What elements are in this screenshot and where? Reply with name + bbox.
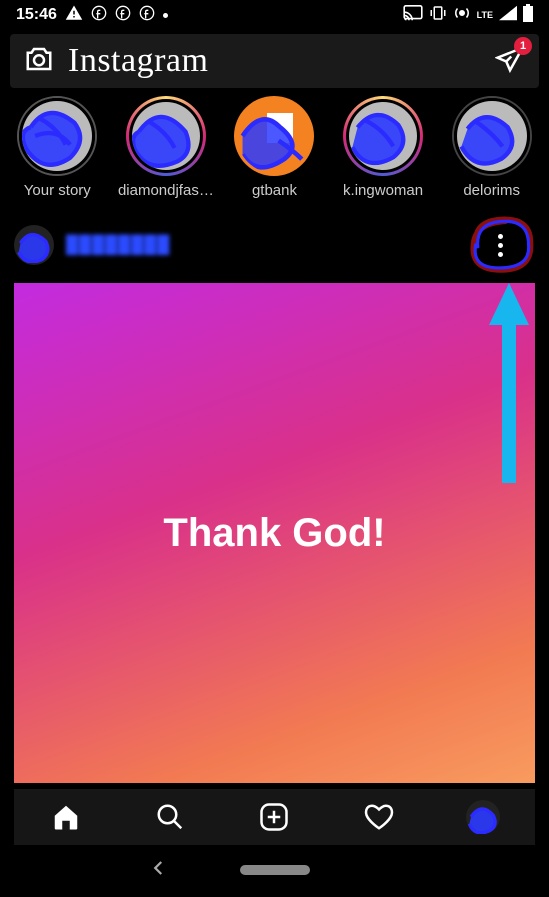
story-label: Your story [24,182,91,199]
tab-activity[interactable] [362,800,396,834]
story-label: k.ingwoman [343,182,423,199]
android-nav-bar [0,845,549,895]
story-diamondjfas[interactable]: diamondjfas… [113,96,220,199]
tab-new-post[interactable] [257,800,291,834]
story-label: delorims [463,182,520,199]
tab-search[interactable] [153,800,187,834]
redacted-avatar-icon [16,227,52,263]
story-label: diamondjfas… [118,182,214,199]
post-header: ████████ [0,207,549,283]
warning-icon [65,4,83,27]
tab-home[interactable] [49,800,83,834]
post-more-options-button[interactable] [498,234,503,257]
cast-icon [403,5,423,26]
android-status-bar: 15:46 LTE [0,0,549,30]
signal-icon [499,5,517,26]
redacted-avatar-icon [237,99,311,173]
redacted-avatar-icon [466,800,500,834]
stories-row: Your story diamondjfas… gtbank k.ingwoma… [0,88,549,207]
story-label: gtbank [252,182,297,199]
post-author-avatar[interactable] [14,225,54,265]
hotspot-icon [453,4,471,27]
nav-home-pill[interactable] [240,865,310,875]
redacted-avatar-icon [349,102,417,170]
redacted-avatar-icon [132,102,200,170]
facebook-circle-icon [115,5,131,26]
post-media[interactable]: Thank God! [14,283,535,783]
lte-indicator: LTE [477,11,493,19]
story-your-story[interactable]: Your story [4,96,111,199]
camera-icon[interactable] [24,44,54,79]
story-kingwoman[interactable]: k.ingwoman [330,96,437,199]
instagram-top-bar: Instagram 1 [10,34,539,88]
status-time: 15:46 [16,6,57,24]
post-media-text: Thank God! [163,511,385,556]
dot-icon [163,13,168,18]
dm-unread-badge: 1 [514,37,532,55]
facebook-circle-icon [139,5,155,26]
story-delorims[interactable]: delorims [438,96,545,199]
vibrate-icon [429,5,447,26]
story-gtbank[interactable]: gtbank [221,96,328,199]
post-author-username[interactable]: ████████ [66,235,170,255]
redacted-avatar-icon [457,101,527,171]
tab-profile[interactable] [466,800,500,834]
bottom-tab-bar [14,789,535,845]
facebook-circle-icon [91,5,107,26]
instagram-wordmark: Instagram [68,42,208,80]
direct-messages-button[interactable]: 1 [495,44,525,79]
battery-icon [523,4,533,27]
nav-back-button[interactable] [150,859,168,882]
redacted-avatar-icon [22,101,92,171]
annotation-arrow-icon [487,283,531,483]
